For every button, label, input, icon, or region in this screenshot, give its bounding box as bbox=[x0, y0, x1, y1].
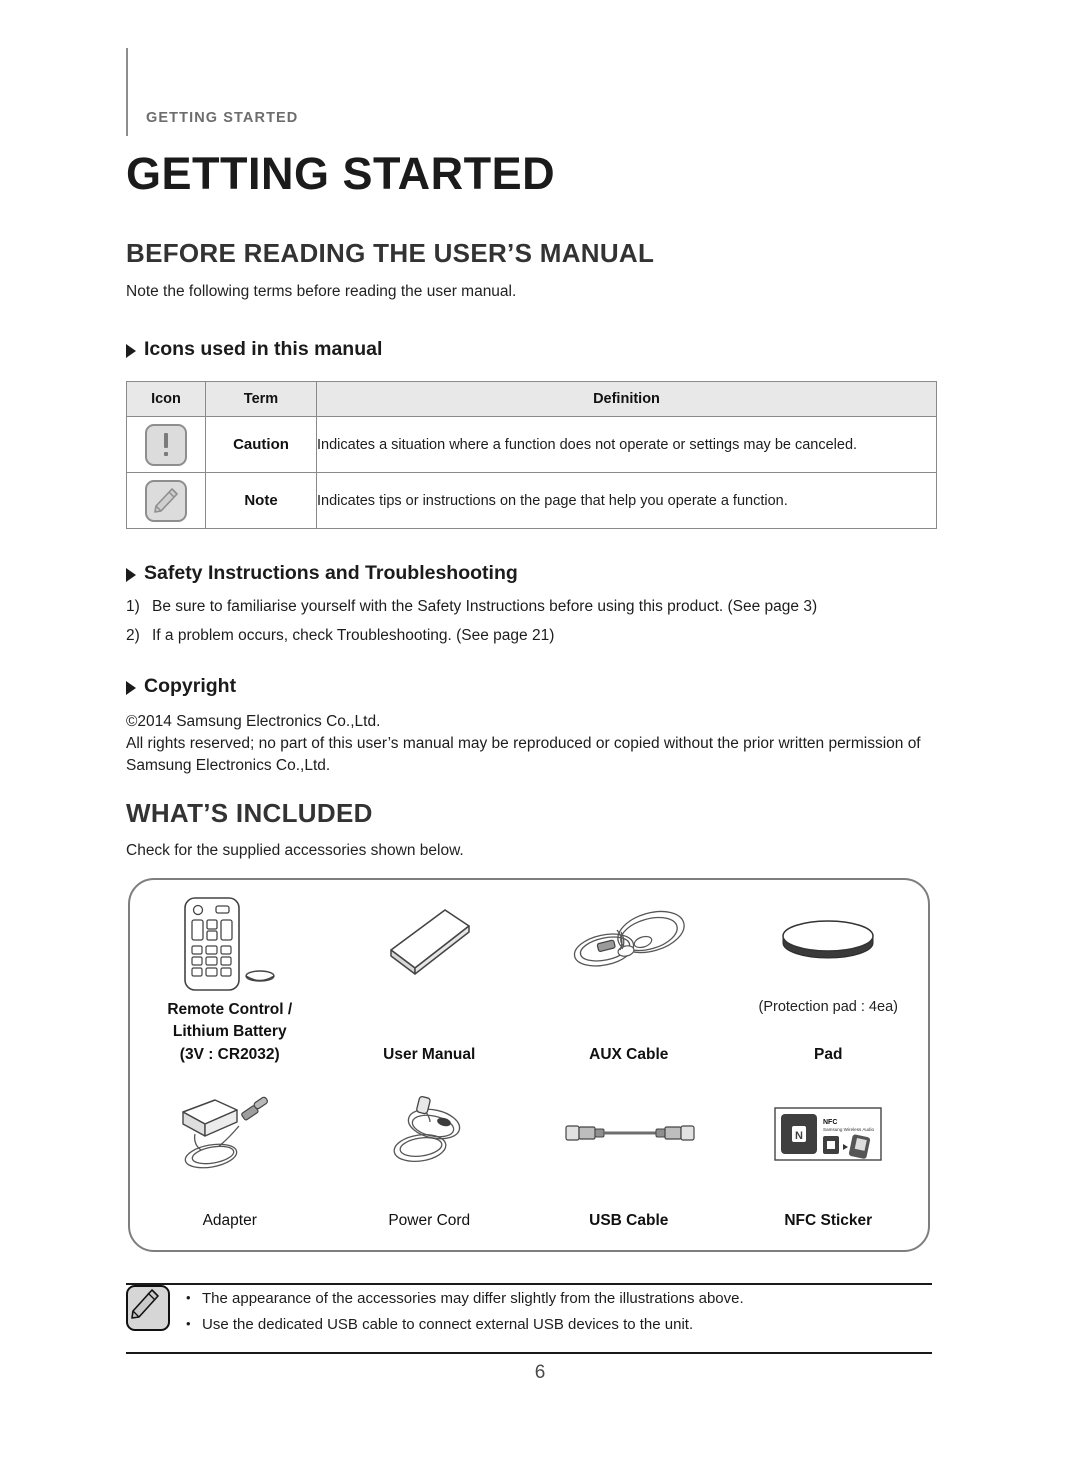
column-header-icon: Icon bbox=[126, 381, 206, 417]
list-item-text: Be sure to familiarise yourself with the… bbox=[152, 598, 818, 615]
accessory-label-aux-cable: AUX Cable bbox=[589, 1045, 669, 1063]
svg-text:NFC: NFC bbox=[823, 1119, 837, 1126]
footnote-text: The appearance of the accessories may di… bbox=[202, 1290, 744, 1307]
table-row: Note Indicates tips or instructions on t… bbox=[126, 472, 937, 529]
cell-icon-note bbox=[126, 472, 206, 529]
note-icon bbox=[145, 479, 187, 522]
svg-text:Samsung Wireless Audio: Samsung Wireless Audio bbox=[823, 1127, 875, 1132]
footnote-list: • The appearance of the accessories may … bbox=[186, 1290, 926, 1342]
svg-text:N: N bbox=[795, 1130, 803, 1142]
remote-control-and-battery-icon bbox=[165, 892, 295, 997]
subheading-safety-label: Safety Instructions and Troubleshooting bbox=[144, 562, 518, 584]
list-item: • Use the dedicated USB cable to connect… bbox=[186, 1316, 926, 1333]
nfc-sticker-icon: N NFC Samsung Wireless Audio bbox=[763, 1086, 893, 1182]
accessory-label-adapter: Adapter bbox=[202, 1211, 257, 1229]
accessory-pad: (Protection pad : 4ea) Pad bbox=[729, 880, 929, 1080]
chapter-title: GETTING STARTED bbox=[126, 148, 556, 199]
accessory-adapter: Adapter bbox=[130, 1080, 330, 1254]
page-number: 6 bbox=[534, 1362, 546, 1383]
aux-cable-coiled-icon bbox=[559, 892, 699, 997]
accessories-box: Remote Control / Lithium Battery (3V : C… bbox=[128, 878, 930, 1252]
triangle-right-icon bbox=[126, 567, 136, 582]
table-header-row: Icon Term Definition bbox=[126, 381, 937, 417]
list-item: 1) Be sure to familiarise yourself with … bbox=[126, 598, 936, 616]
column-header-term: Term bbox=[205, 381, 317, 417]
accessory-label-line2: Lithium Battery bbox=[172, 1023, 287, 1041]
accessory-power-cord: Power Cord bbox=[330, 1080, 530, 1254]
accessory-aux-cable: AUX Cable bbox=[529, 880, 729, 1080]
cell-icon-caution bbox=[126, 416, 206, 473]
accessory-user-manual: User Manual bbox=[330, 880, 530, 1080]
manual-page: GETTING STARTED GETTING STARTED BEFORE R… bbox=[0, 0, 1080, 1479]
accessory-nfc-sticker: N NFC Samsung Wireless Audio NFC Sticker bbox=[729, 1080, 929, 1254]
caution-icon bbox=[145, 423, 187, 466]
subheading-copyright: Copyright bbox=[126, 675, 236, 698]
header-vertical-rule bbox=[126, 48, 128, 136]
note-bottom-rule bbox=[126, 1352, 932, 1354]
accessory-label-line3: (3V : CR2032) bbox=[179, 1045, 280, 1063]
footnote-text: Use the dedicated USB cable to connect e… bbox=[202, 1316, 694, 1333]
table-row: Caution Indicates a situation where a fu… bbox=[126, 416, 937, 473]
column-header-definition: Definition bbox=[316, 381, 937, 417]
accessory-label-line1: Remote Control / bbox=[167, 1001, 293, 1018]
triangle-right-icon bbox=[126, 680, 136, 695]
cell-definition-caution: Indicates a situation where a function d… bbox=[316, 416, 937, 473]
accessory-label-nfc-sticker: NFC Sticker bbox=[784, 1211, 873, 1229]
section-intro-whats-included: Check for the supplied accessories shown… bbox=[126, 842, 464, 859]
copyright-line-2: All rights reserved; no part of this use… bbox=[126, 735, 921, 774]
list-marker: 2) bbox=[126, 627, 140, 644]
subheading-copyright-label: Copyright bbox=[144, 675, 237, 697]
accessory-label-usb-cable: USB Cable bbox=[589, 1211, 669, 1229]
list-item-text: If a problem occurs, check Troubleshooti… bbox=[152, 627, 555, 644]
triangle-right-icon bbox=[126, 343, 136, 358]
accessory-usb-cable: USB Cable bbox=[529, 1080, 729, 1254]
running-header-kicker: GETTING STARTED bbox=[146, 110, 299, 126]
usb-cable-icon bbox=[554, 1086, 704, 1182]
note-top-rule bbox=[126, 1283, 932, 1285]
accessory-label-remote: Remote Control / Lithium Battery (3V : C… bbox=[167, 999, 292, 1066]
section-heading-before-reading: BEFORE READING THE USER’S MANUAL bbox=[126, 238, 655, 268]
copyright-line-1: ©2014 Samsung Electronics Co.,Ltd. bbox=[126, 713, 381, 730]
accessory-remote-control: Remote Control / Lithium Battery (3V : C… bbox=[130, 880, 330, 1080]
power-adapter-icon bbox=[155, 1086, 305, 1182]
section-heading-whats-included: WHAT’S INCLUDED bbox=[126, 798, 373, 828]
accessory-label-pad: Pad bbox=[814, 1045, 843, 1063]
bullet-icon: • bbox=[186, 1290, 191, 1305]
cell-definition-note: Indicates tips or instructions on the pa… bbox=[316, 472, 937, 529]
accessory-sub-label-protection-pad: (Protection pad : 4ea) bbox=[758, 999, 898, 1015]
accessory-label-power-cord: Power Cord bbox=[388, 1211, 471, 1229]
subheading-safety: Safety Instructions and Troubleshooting bbox=[126, 562, 518, 585]
protection-pad-disc-icon bbox=[763, 892, 893, 997]
bullet-icon: • bbox=[186, 1316, 191, 1331]
power-cord-coiled-icon bbox=[364, 1086, 494, 1182]
list-marker: 1) bbox=[126, 598, 140, 615]
copyright-text: ©2014 Samsung Electronics Co.,Ltd. All r… bbox=[126, 711, 936, 777]
accessory-label-user-manual: User Manual bbox=[383, 1045, 476, 1063]
list-item: 2) If a problem occurs, check Troublesho… bbox=[126, 627, 936, 645]
footnote-note-icon bbox=[126, 1285, 170, 1331]
cell-term-note: Note bbox=[205, 472, 317, 529]
section-intro-before-reading: Note the following terms before reading … bbox=[126, 283, 517, 300]
list-item: • The appearance of the accessories may … bbox=[186, 1290, 926, 1307]
user-manual-booklet-icon bbox=[369, 892, 489, 997]
cell-term-caution: Caution bbox=[205, 416, 317, 473]
icons-legend-table: Icon Term Definition Caution Indicates a… bbox=[126, 381, 937, 529]
subheading-icons-used-label: Icons used in this manual bbox=[144, 338, 383, 360]
safety-instruction-list: 1) Be sure to familiarise yourself with … bbox=[126, 598, 936, 656]
subheading-icons-used: Icons used in this manual bbox=[126, 338, 382, 361]
